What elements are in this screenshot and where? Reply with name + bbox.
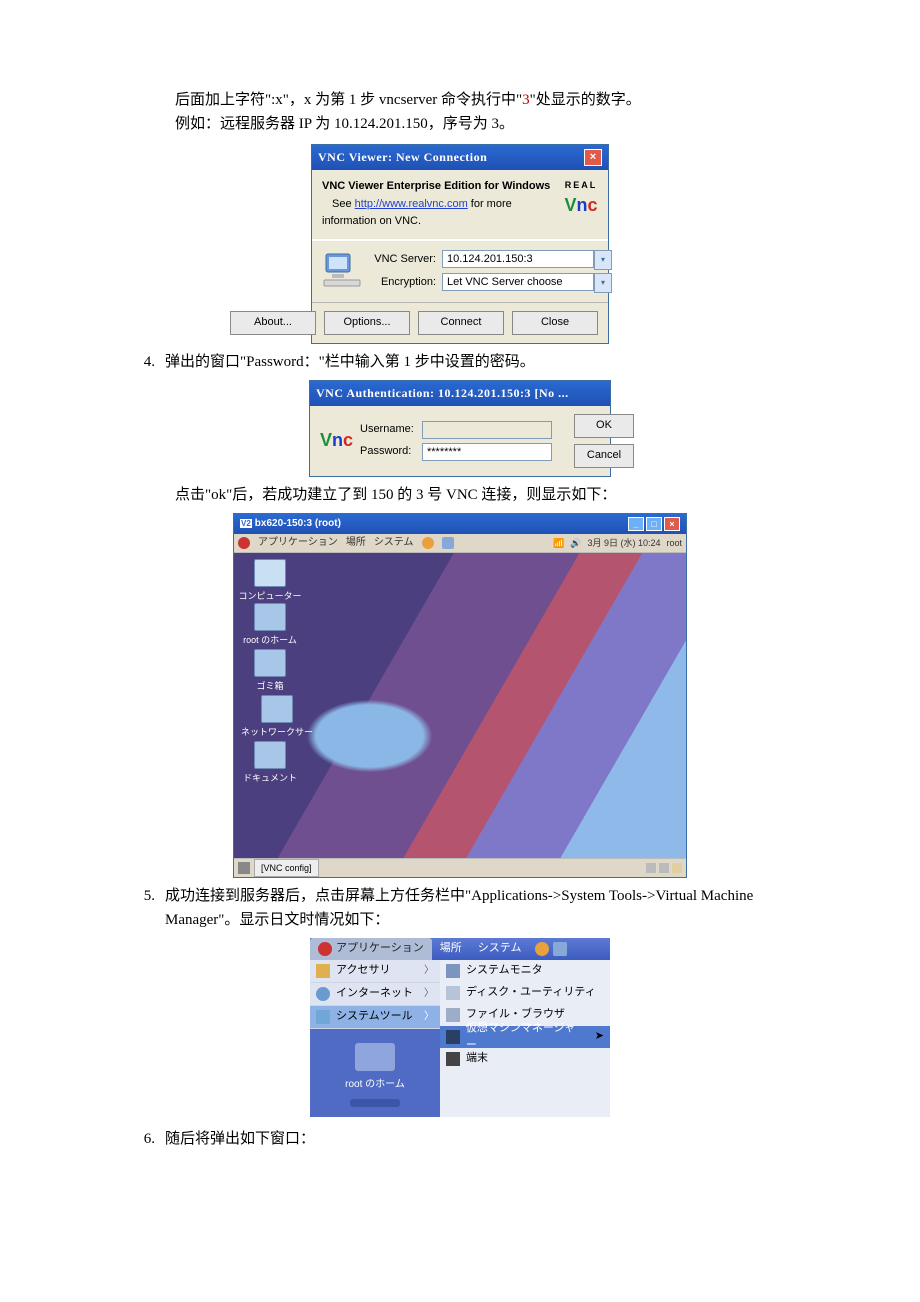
menu-system[interactable]: システム [374, 535, 414, 551]
password-label: Password: [360, 443, 422, 461]
submenu-item-system-monitor[interactable]: システムモニタ [440, 960, 610, 982]
intro-line1a: 后面加上字符":x"，x 为第 1 步 vncserver 命令执行中" [175, 92, 522, 108]
menu-tab-system[interactable]: システム [470, 938, 530, 960]
menu-tab-places[interactable]: 場所 [432, 938, 470, 960]
desktop-icon-home[interactable]: root のホーム [238, 603, 302, 647]
chevron-right-icon: 〉 [424, 1009, 434, 1025]
disk-icon [446, 986, 460, 1000]
auth-title: VNC Authentication: 10.124.201.150:3 [No… [316, 384, 569, 403]
firefox-icon[interactable] [422, 537, 434, 549]
desktop-icon-computer[interactable]: コンピューター [238, 559, 302, 603]
cancel-button[interactable]: Cancel [574, 444, 634, 468]
dialog-header-bold: VNC Viewer Enterprise Edition for Window… [322, 178, 564, 196]
redhat-icon [238, 537, 250, 549]
encryption-label: Encryption: [370, 274, 442, 292]
intro-line1b: "处显示的数字。 [530, 92, 641, 108]
menu-item-internet[interactable]: インターネット〉 [310, 983, 440, 1006]
username-label: Username: [360, 421, 422, 439]
dialog-header-pre: See [332, 198, 355, 210]
chevron-down-icon[interactable]: ▾ [594, 273, 612, 293]
intro-line2: 例如：远程服务器 IP 为 10.124.201.150，序号为 3。 [175, 112, 795, 136]
step-number-6: 6. [125, 1127, 165, 1151]
close-icon[interactable]: × [584, 149, 602, 166]
step-number-5: 5. [125, 884, 165, 932]
intro-red-3: 3 [522, 92, 530, 108]
encryption-input[interactable] [442, 273, 594, 291]
menu-item-system-tools[interactable]: システムツール〉 [310, 1006, 440, 1029]
workspace-1[interactable] [646, 863, 656, 873]
folder-icon [355, 1043, 395, 1071]
menu-applications[interactable]: アプリケーション [258, 535, 338, 551]
menu-item-accessories[interactable]: アクセサリ〉 [310, 960, 440, 983]
workspace-2[interactable] [659, 863, 669, 873]
about-button[interactable]: About... [230, 311, 316, 335]
realvnc-logo: REAL Vnc [564, 178, 598, 219]
chevron-right-icon: 〉 [424, 963, 434, 979]
show-desktop-icon[interactable] [238, 862, 250, 874]
user-text: root [666, 536, 682, 550]
vnc-server-input[interactable] [442, 250, 594, 268]
home-launcher[interactable]: root のホーム [310, 1029, 440, 1117]
gnome-bottom-panel: [VNC config] [234, 858, 686, 877]
step-number-4: 4. [125, 350, 165, 374]
remote-desktop-window: V2bx620-150:3 (root) _ □ × アプリケーション 場所 シ… [233, 513, 687, 878]
chevron-down-icon[interactable]: ▾ [594, 250, 612, 270]
minimize-icon[interactable]: _ [628, 517, 644, 531]
menu-places[interactable]: 場所 [346, 535, 366, 551]
terminal-icon [446, 1052, 460, 1066]
vnc-server-label: VNC Server: [370, 251, 442, 269]
volume-icon[interactable]: 🔊 [570, 536, 581, 550]
computer-icon [322, 248, 362, 294]
network-icon[interactable]: 📶 [553, 536, 564, 550]
globe-icon [316, 987, 330, 1001]
launcher-bar [350, 1099, 400, 1107]
after-ok-text: 点击"ok"后，若成功建立了到 150 的 3 号 VNC 连接，则显示如下： [175, 483, 795, 507]
options-button[interactable]: Options... [324, 311, 410, 335]
vnc-auth-dialog: VNC Authentication: 10.124.201.150:3 [No… [309, 380, 611, 477]
username-input[interactable] [422, 421, 552, 439]
step-4-text: 弹出的窗口"Password："栏中输入第 1 步中设置的密码。 [165, 350, 795, 374]
dialog-titlebar: VNC Viewer: New Connection × [312, 145, 608, 170]
applications-menu-screenshot: アプリケーション 場所 システム アクセサリ〉 インターネット〉 システムツール… [310, 938, 610, 1117]
remote-desktop-title: bx620-150:3 (root) [255, 518, 341, 529]
submenu-item-disk-utility[interactable]: ディスク・ユーティリティ [440, 982, 610, 1004]
taskbar-item-vnc-config[interactable]: [VNC config] [254, 859, 319, 877]
ok-button[interactable]: OK [574, 414, 634, 438]
vnc-new-connection-dialog: VNC Viewer: New Connection × VNC Viewer … [311, 144, 609, 344]
menu-tab-applications[interactable]: アプリケーション [310, 938, 432, 960]
step-6-text: 随后将弹出如下窗口： [165, 1127, 795, 1151]
tray-icon[interactable] [672, 863, 682, 873]
password-input[interactable] [422, 443, 552, 461]
close-button[interactable]: Close [512, 311, 598, 335]
desktop-wallpaper: コンピューター root のホーム ゴミ箱 ネットワークサーバー ドキュメント [234, 553, 686, 858]
app-icon[interactable] [553, 942, 567, 956]
maximize-icon[interactable]: □ [646, 517, 662, 531]
chevron-right-icon: 〉 [424, 986, 434, 1002]
realvnc-logo: Vnc [320, 428, 350, 455]
accessories-icon [316, 964, 330, 978]
desktop-icon-trash[interactable]: ゴミ箱 [238, 649, 302, 693]
submenu-item-virt-manager[interactable]: 仮想マシンマネージャー➤ [440, 1026, 610, 1048]
intro-line1: 后面加上字符":x"，x 为第 1 步 vncserver 命令执行中"3"处显… [175, 88, 795, 112]
dialog-title: VNC Viewer: New Connection [318, 148, 487, 167]
cursor-icon: ➤ [595, 1028, 604, 1046]
clock-text: 3月 9日 (水) 10:24 [587, 536, 660, 550]
connect-button[interactable]: Connect [418, 311, 504, 335]
app-icon[interactable] [442, 537, 454, 549]
desktop-icon-documents[interactable]: ドキュメント [238, 741, 302, 785]
system-monitor-icon [446, 964, 460, 978]
vm-manager-icon [446, 1030, 460, 1044]
dialog-header-text: VNC Viewer Enterprise Edition for Window… [322, 178, 564, 231]
folder-icon [446, 1008, 460, 1022]
step-5-text: 成功连接到服务器后，点击屏幕上方任务栏中"Applications->Syste… [165, 884, 795, 932]
redhat-icon [318, 942, 332, 956]
realvnc-link[interactable]: http://www.realvnc.com [355, 198, 468, 210]
auth-titlebar: VNC Authentication: 10.124.201.150:3 [No… [310, 381, 610, 406]
close-icon[interactable]: × [664, 517, 680, 531]
firefox-icon[interactable] [535, 942, 549, 956]
gnome-top-panel: アプリケーション 場所 システム 📶 🔊 3月 9日 (水) 10:24 roo… [234, 534, 686, 553]
system-tools-icon [316, 1010, 330, 1024]
